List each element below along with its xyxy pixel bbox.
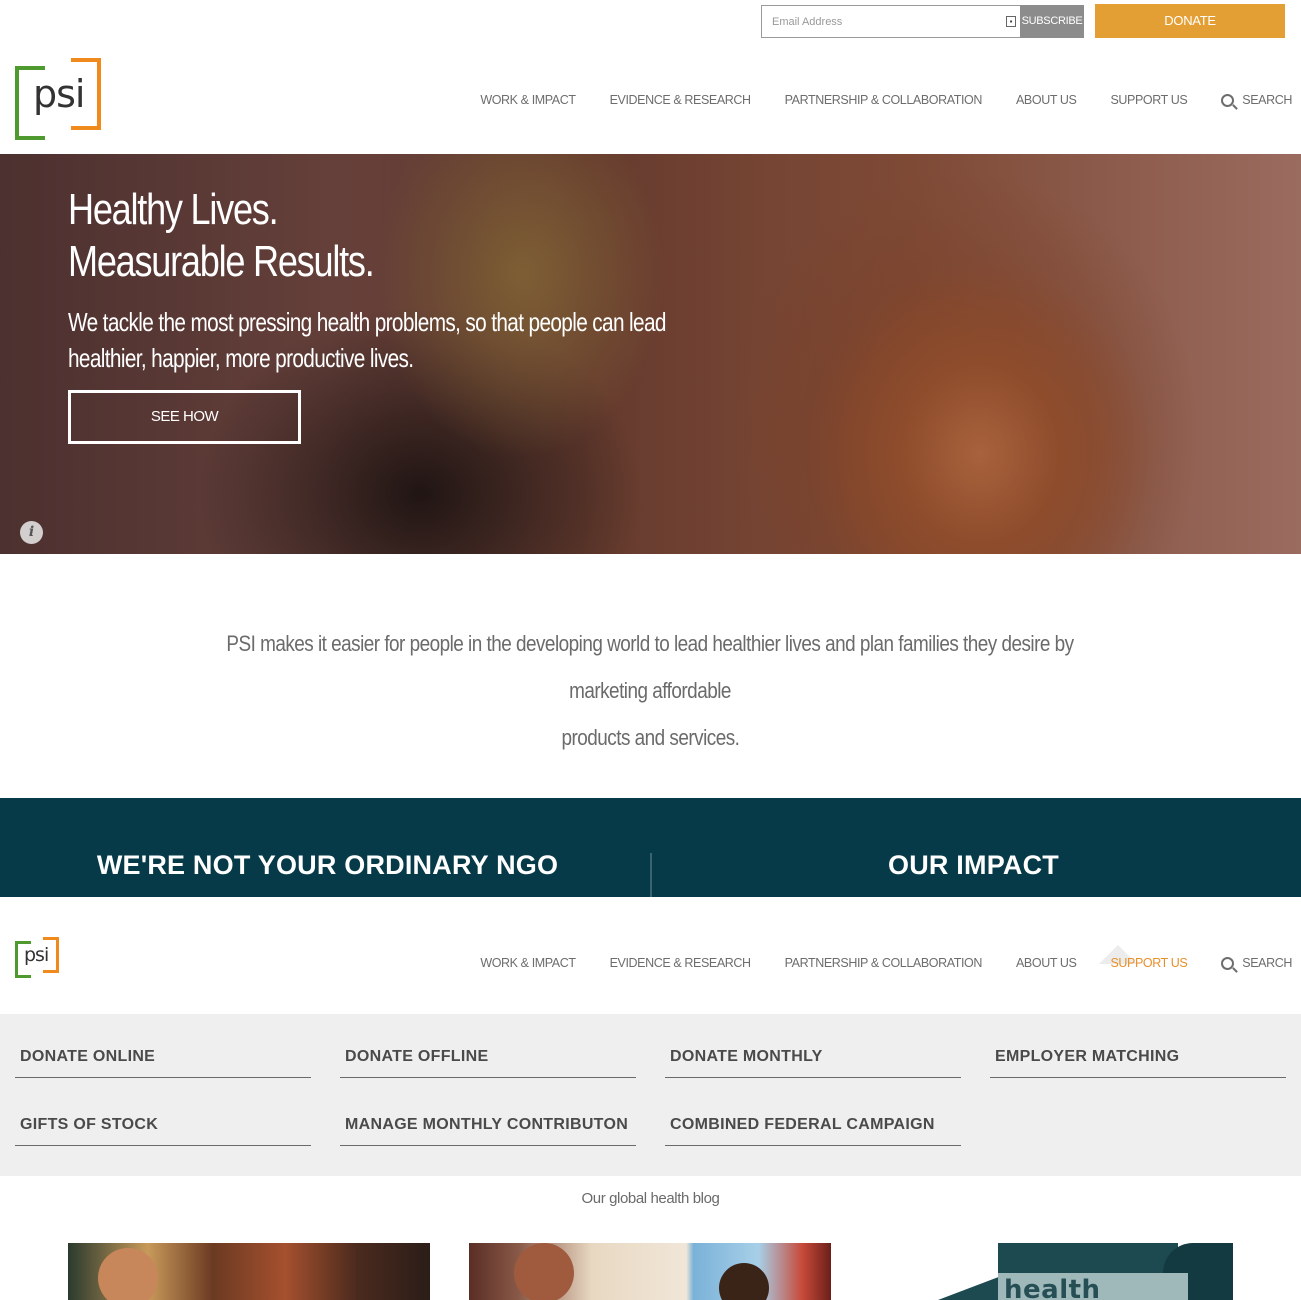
psi-logo-small[interactable]: psi bbox=[15, 937, 59, 978]
nav-support-us-active[interactable]: SUPPORT US bbox=[1110, 956, 1187, 970]
info-icon[interactable]: i bbox=[20, 521, 43, 544]
feature-band bbox=[0, 798, 1301, 897]
clinic-sign: health clinic bbox=[998, 1273, 1188, 1300]
main-nav: WORK & IMPACT EVIDENCE & RESEARCH PARTNE… bbox=[446, 93, 1292, 107]
utility-bar: ▪ SUBSCRIBE DONATE bbox=[0, 0, 1301, 48]
see-how-button[interactable]: SEE HOW bbox=[68, 390, 301, 444]
blog-heading: Our global health blog bbox=[581, 1190, 720, 1207]
blog-thumbnail-1[interactable] bbox=[68, 1243, 430, 1300]
contact-card-icon: ▪ bbox=[1006, 16, 1016, 27]
hero-title: Healthy Lives. Measurable Results. bbox=[68, 184, 375, 288]
nav-evidence-research[interactable]: EVIDENCE & RESEARCH bbox=[610, 956, 751, 970]
nav-search[interactable]: SEARCH bbox=[1221, 93, 1292, 107]
nav-partnership-collaboration[interactable]: PARTNERSHIP & COLLABORATION bbox=[785, 956, 983, 970]
menu-donate-monthly[interactable]: DONATE MONTHLY bbox=[665, 1024, 961, 1078]
nav-support-us[interactable]: SUPPORT US bbox=[1110, 93, 1187, 107]
thumbnail-figure bbox=[719, 1263, 769, 1300]
hero-title-line2: Measurable Results. bbox=[68, 237, 375, 286]
hero-title-line1: Healthy Lives. bbox=[68, 185, 279, 234]
hero-banner: Healthy Lives. Measurable Results. We ta… bbox=[0, 154, 1301, 554]
hero-subtitle-line2: healthier, happier, more productive live… bbox=[68, 343, 414, 373]
email-input[interactable] bbox=[762, 6, 992, 37]
support-dropdown-panel: DONATE ONLINE DONATE OFFLINE DONATE MONT… bbox=[0, 1014, 1301, 1176]
mission-line1: PSI makes it easier for people in the de… bbox=[226, 631, 1074, 703]
logo-text: psi bbox=[33, 72, 85, 116]
nav-work-impact[interactable]: WORK & IMPACT bbox=[480, 93, 576, 107]
menu-employer-matching[interactable]: EMPLOYER MATCHING bbox=[990, 1024, 1286, 1078]
search-label: SEARCH bbox=[1242, 93, 1292, 107]
search-label: SEARCH bbox=[1242, 956, 1292, 970]
email-field-wrapper: ▪ bbox=[761, 5, 1021, 38]
blog-thumbnail-3[interactable]: health clinic bbox=[938, 1243, 1233, 1300]
nav-evidence-research[interactable]: EVIDENCE & RESEARCH bbox=[610, 93, 751, 107]
sticky-nav: WORK & IMPACT EVIDENCE & RESEARCH PARTNE… bbox=[446, 956, 1292, 970]
nav-partnership-collaboration[interactable]: PARTNERSHIP & COLLABORATION bbox=[785, 93, 983, 107]
hero-subtitle: We tackle the most pressing health probl… bbox=[68, 304, 708, 376]
nav-about-us[interactable]: ABOUT US bbox=[1016, 956, 1077, 970]
menu-donate-offline[interactable]: DONATE OFFLINE bbox=[340, 1024, 636, 1078]
search-icon bbox=[1221, 93, 1235, 107]
nav-work-impact[interactable]: WORK & IMPACT bbox=[480, 956, 576, 970]
donate-button[interactable]: DONATE bbox=[1095, 4, 1285, 38]
mission-statement: PSI makes it easier for people in the de… bbox=[150, 620, 1150, 761]
subscribe-button[interactable]: SUBSCRIBE bbox=[1020, 5, 1084, 38]
logo-text: psi bbox=[24, 944, 49, 966]
thumbnail-figure bbox=[514, 1243, 574, 1300]
nav-about-us[interactable]: ABOUT US bbox=[1016, 93, 1077, 107]
menu-manage-monthly-contribution[interactable]: MANAGE MONTHLY CONTRIBUTON bbox=[340, 1092, 636, 1146]
psi-logo[interactable]: psi bbox=[15, 58, 101, 140]
blog-thumbnail-2[interactable] bbox=[469, 1243, 831, 1300]
ordinary-ngo-link[interactable]: WE'RE NOT YOUR ORDINARY NGO bbox=[0, 850, 655, 881]
search-icon bbox=[1221, 956, 1235, 970]
nav-search[interactable]: SEARCH bbox=[1221, 956, 1292, 970]
menu-donate-online[interactable]: DONATE ONLINE bbox=[15, 1024, 311, 1078]
thumbnail-figure bbox=[98, 1248, 158, 1300]
hero-subtitle-line1: We tackle the most pressing health probl… bbox=[68, 307, 666, 337]
our-impact-link[interactable]: OUR IMPACT bbox=[646, 850, 1301, 881]
mission-line2: products and services. bbox=[561, 725, 739, 750]
menu-gifts-of-stock[interactable]: GIFTS OF STOCK bbox=[15, 1092, 311, 1146]
menu-combined-federal-campaign[interactable]: COMBINED FEDERAL CAMPAIGN bbox=[665, 1092, 961, 1146]
